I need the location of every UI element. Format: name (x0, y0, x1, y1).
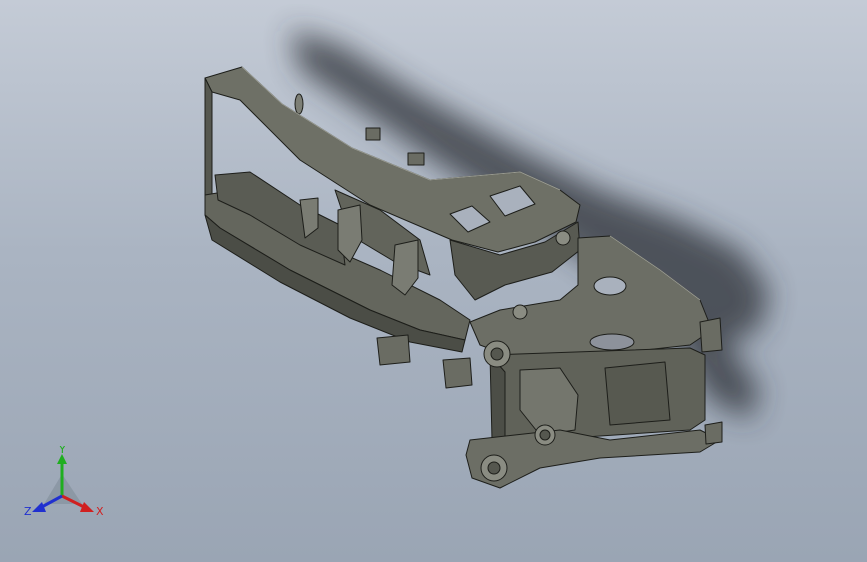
orientation-triad: Y X Z (24, 446, 104, 518)
z-axis-label: Z (24, 505, 32, 518)
cad-graphics-viewport[interactable]: Y X Z (0, 0, 867, 562)
z-axis-head (32, 502, 46, 512)
x-axis-head (80, 502, 94, 512)
x-axis-label: X (96, 505, 104, 518)
machine-frame-model[interactable] (0, 0, 867, 562)
y-axis-label: Y (58, 446, 66, 456)
